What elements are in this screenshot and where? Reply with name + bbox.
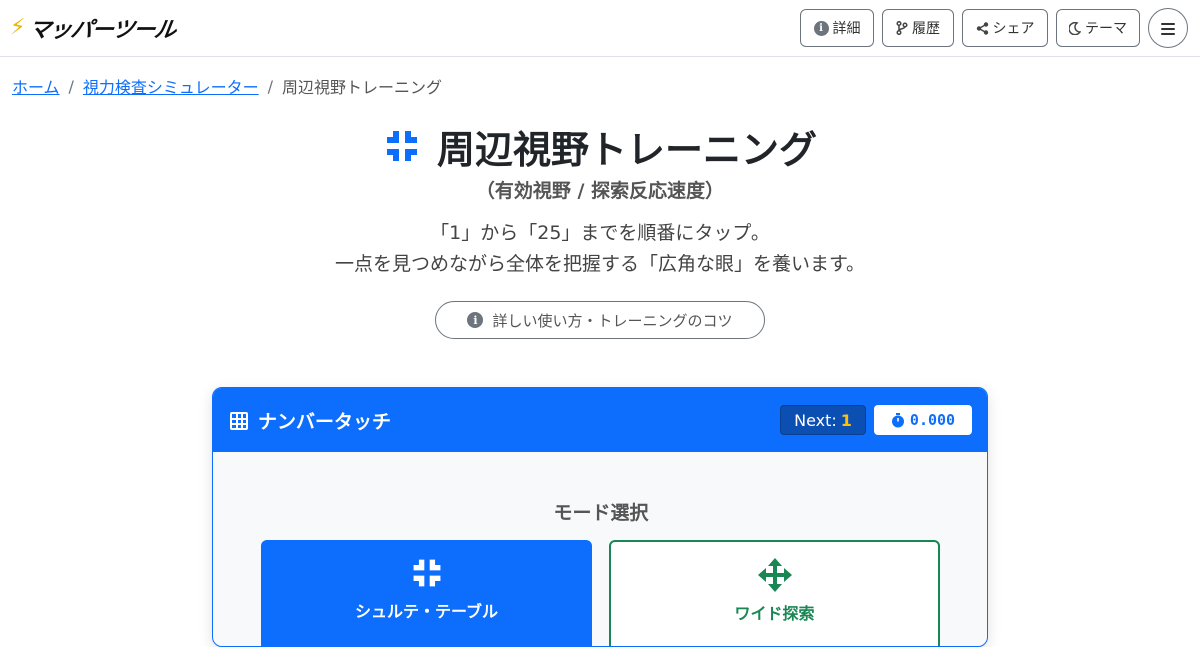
next-label: Next: [794, 410, 837, 430]
moon-icon [1069, 21, 1081, 35]
history-button[interactable]: 履歴 [882, 9, 954, 47]
number-touch-card: ナンバータッチ Next: 1 0.000 モード選択 シュルテ・テーブル ワイ… [212, 387, 988, 647]
breadcrumb-vision-test-link[interactable]: 視力検査シミュレーター [83, 74, 259, 98]
card-title-text: ナンバータッチ [258, 411, 392, 433]
arrows-move-icon [757, 558, 792, 592]
lightning-bolt-icon: ⚡ [10, 15, 26, 40]
card-header: ナンバータッチ Next: 1 0.000 [213, 388, 987, 452]
breadcrumb: ホーム / 視力検査シミュレーター / 周辺視野トレーニング [12, 74, 443, 98]
compress-icon [386, 131, 417, 161]
mode-schulte-table-button[interactable]: シュルテ・テーブル [261, 540, 592, 646]
theme-label: テーマ [1085, 21, 1127, 37]
history-label: 履歴 [912, 21, 940, 37]
howto-button[interactable]: i 詳しい使い方・トレーニングのコツ [435, 301, 765, 339]
card-title: ナンバータッチ [230, 407, 391, 434]
share-icon [976, 21, 988, 35]
info-circle-icon: i [467, 312, 484, 328]
page-subtitle: （有効視野 / 探索反応速度） [475, 180, 725, 202]
hamburger-menu-icon [1161, 22, 1175, 35]
page-title: 周辺視野トレーニング [0, 120, 1200, 172]
brand-name: マッパーツール [27, 18, 178, 43]
breadcrumb-separator: / [267, 76, 273, 96]
info-circle-icon: i [813, 20, 829, 36]
details-button[interactable]: i 詳細 [800, 9, 874, 47]
breadcrumb-home-link[interactable]: ホーム [12, 74, 60, 98]
mode-select-label: モード選択 [553, 502, 649, 524]
theme-button[interactable]: テーマ [1056, 9, 1140, 47]
details-label: 詳細 [832, 21, 861, 37]
howto-label: 詳しい使い方・トレーニングのコツ [492, 311, 733, 330]
compress-icon [413, 559, 440, 587]
mode-name: ワイド探索 [734, 604, 815, 623]
top-navbar: ⚡ マッパーツール i 詳細 履歴 シェア テーマ [0, 0, 1200, 57]
description-line-2: 一点を見つめながら全体を把握する「広角な眼」を養います。 [334, 253, 866, 275]
timer-badge: 0.000 [874, 405, 972, 435]
stopwatch-icon [891, 412, 904, 427]
page-description: 「1」から「25」までを順番にタップ。 一点を見つめながら全体を把握する「広角な… [0, 218, 1200, 280]
share-label: シェア [992, 21, 1035, 37]
branch-icon [896, 21, 908, 35]
menu-button[interactable] [1148, 8, 1188, 48]
next-number-badge: Next: 1 [780, 405, 866, 435]
mode-wide-search-button[interactable]: ワイド探索 [609, 540, 940, 646]
share-button[interactable]: シェア [962, 9, 1048, 47]
grid-icon [230, 411, 248, 430]
brand-logo[interactable]: ⚡ マッパーツール [10, 14, 178, 44]
mode-name: シュルテ・テーブル [354, 602, 499, 621]
timer-value: 0.000 [909, 411, 956, 429]
breadcrumb-current: 周辺視野トレーニング [282, 78, 443, 97]
breadcrumb-separator: / [68, 76, 74, 96]
description-line-1: 「1」から「25」までを順番にタップ。 [430, 222, 770, 244]
next-number: 1 [840, 410, 852, 430]
page-title-text: 周辺視野トレーニング [436, 127, 817, 172]
